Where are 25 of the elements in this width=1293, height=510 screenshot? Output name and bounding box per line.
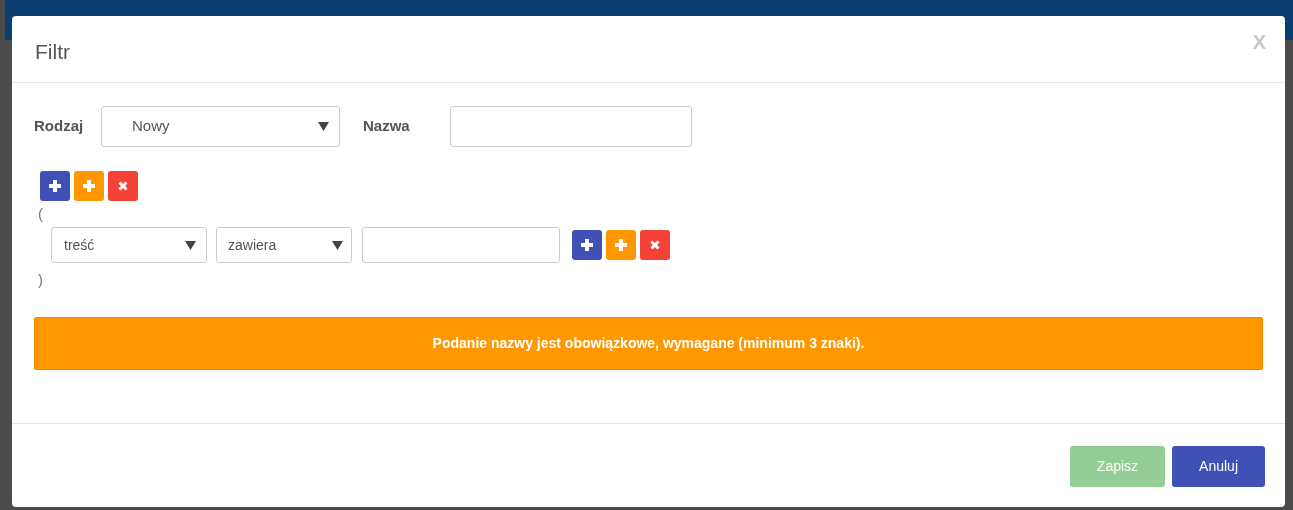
add-condition-button[interactable]: [572, 230, 602, 260]
caret-icon: [185, 240, 196, 250]
type-select[interactable]: Nowy: [101, 106, 340, 147]
cancel-button[interactable]: Anuluj: [1172, 446, 1265, 487]
close-icon: [648, 238, 662, 252]
value-input[interactable]: [362, 227, 560, 263]
add-condition-button[interactable]: [40, 171, 70, 201]
plus-icon: [580, 238, 594, 252]
delete-button[interactable]: [108, 171, 138, 201]
dialog-title: Filtr: [35, 39, 70, 66]
open-parenthesis: (: [38, 205, 44, 223]
field-select[interactable]: treść: [51, 227, 207, 263]
field-label: Rodzaj: [34, 116, 85, 137]
name-input[interactable]: [450, 106, 692, 147]
plus-icon: [48, 179, 62, 193]
caret-icon: [332, 240, 343, 250]
plus-icon: [614, 238, 628, 252]
field-label: Nazwa: [363, 116, 411, 137]
alert-banner: Podanie nazwy jest obowiązkowe, wymagane (minimum 3 znaki).: [34, 317, 1263, 370]
close-parenthesis: ): [38, 271, 44, 289]
delete-button[interactable]: [640, 230, 670, 260]
operator-select[interactable]: zawiera: [216, 227, 352, 263]
close-icon: [116, 179, 130, 193]
caret-icon: [318, 122, 329, 131]
plus-icon: [82, 179, 96, 193]
